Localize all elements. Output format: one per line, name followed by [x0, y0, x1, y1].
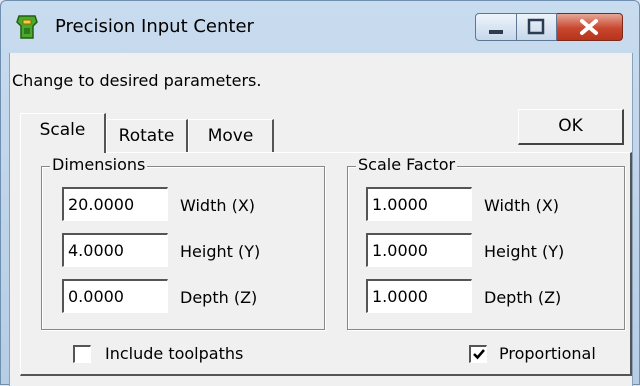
tab-scale[interactable]: Scale — [20, 113, 106, 153]
dimension-height-input[interactable]: 4.0000 — [62, 233, 168, 267]
minimize-icon — [489, 30, 503, 34]
checkmark-icon — [472, 349, 485, 360]
close-icon — [580, 19, 598, 35]
include-toolpaths-label: Include toolpaths — [105, 344, 244, 363]
tab-move[interactable]: Move — [188, 119, 274, 153]
dimensions-legend: Dimensions — [50, 155, 148, 174]
dimension-width-input[interactable]: 20.0000 — [62, 187, 168, 221]
scale-width-label: Width (X) — [484, 196, 560, 215]
instruction-text: Change to desired parameters. — [12, 71, 262, 90]
dimension-height-label: Height (Y) — [180, 242, 261, 261]
dimension-depth-input[interactable]: 0.0000 — [62, 279, 168, 313]
scale-factor-group: Scale Factor 1.0000 Width (X) 1.0000 Hei… — [347, 155, 625, 330]
include-toolpaths-checkbox[interactable] — [73, 345, 91, 363]
scale-height-label: Height (Y) — [484, 242, 565, 261]
window-title: Precision Input Center — [55, 16, 254, 37]
maximize-icon — [527, 18, 545, 35]
scale-width-input[interactable]: 1.0000 — [366, 187, 472, 221]
dimension-depth-label: Depth (Z) — [180, 288, 258, 307]
scale-height-input[interactable]: 1.0000 — [366, 233, 472, 267]
dialog-client: Change to desired parameters. Scale Rota… — [9, 53, 633, 386]
proportional-label: Proportional — [499, 344, 596, 363]
scale-depth-input[interactable]: 1.0000 — [366, 279, 472, 313]
dimension-width-label: Width (X) — [180, 196, 256, 215]
tab-panel-scale: Dimensions 20.0000 Width (X) 4.0000 Heig… — [20, 152, 632, 376]
close-button[interactable] — [557, 13, 623, 41]
dimensions-group: Dimensions 20.0000 Width (X) 4.0000 Heig… — [41, 155, 325, 330]
app-icon — [16, 15, 38, 39]
proportional-checkbox[interactable] — [469, 345, 487, 363]
precision-input-window: Precision Input Center Change to desired… — [0, 0, 640, 386]
minimize-button[interactable] — [475, 13, 517, 41]
scale-depth-label: Depth (Z) — [484, 288, 562, 307]
maximize-button[interactable] — [517, 13, 557, 41]
title-bar[interactable]: Precision Input Center — [1, 1, 639, 53]
scale-factor-legend: Scale Factor — [356, 155, 458, 174]
tab-rotate[interactable]: Rotate — [106, 119, 188, 153]
ok-button[interactable]: OK — [518, 109, 624, 145]
